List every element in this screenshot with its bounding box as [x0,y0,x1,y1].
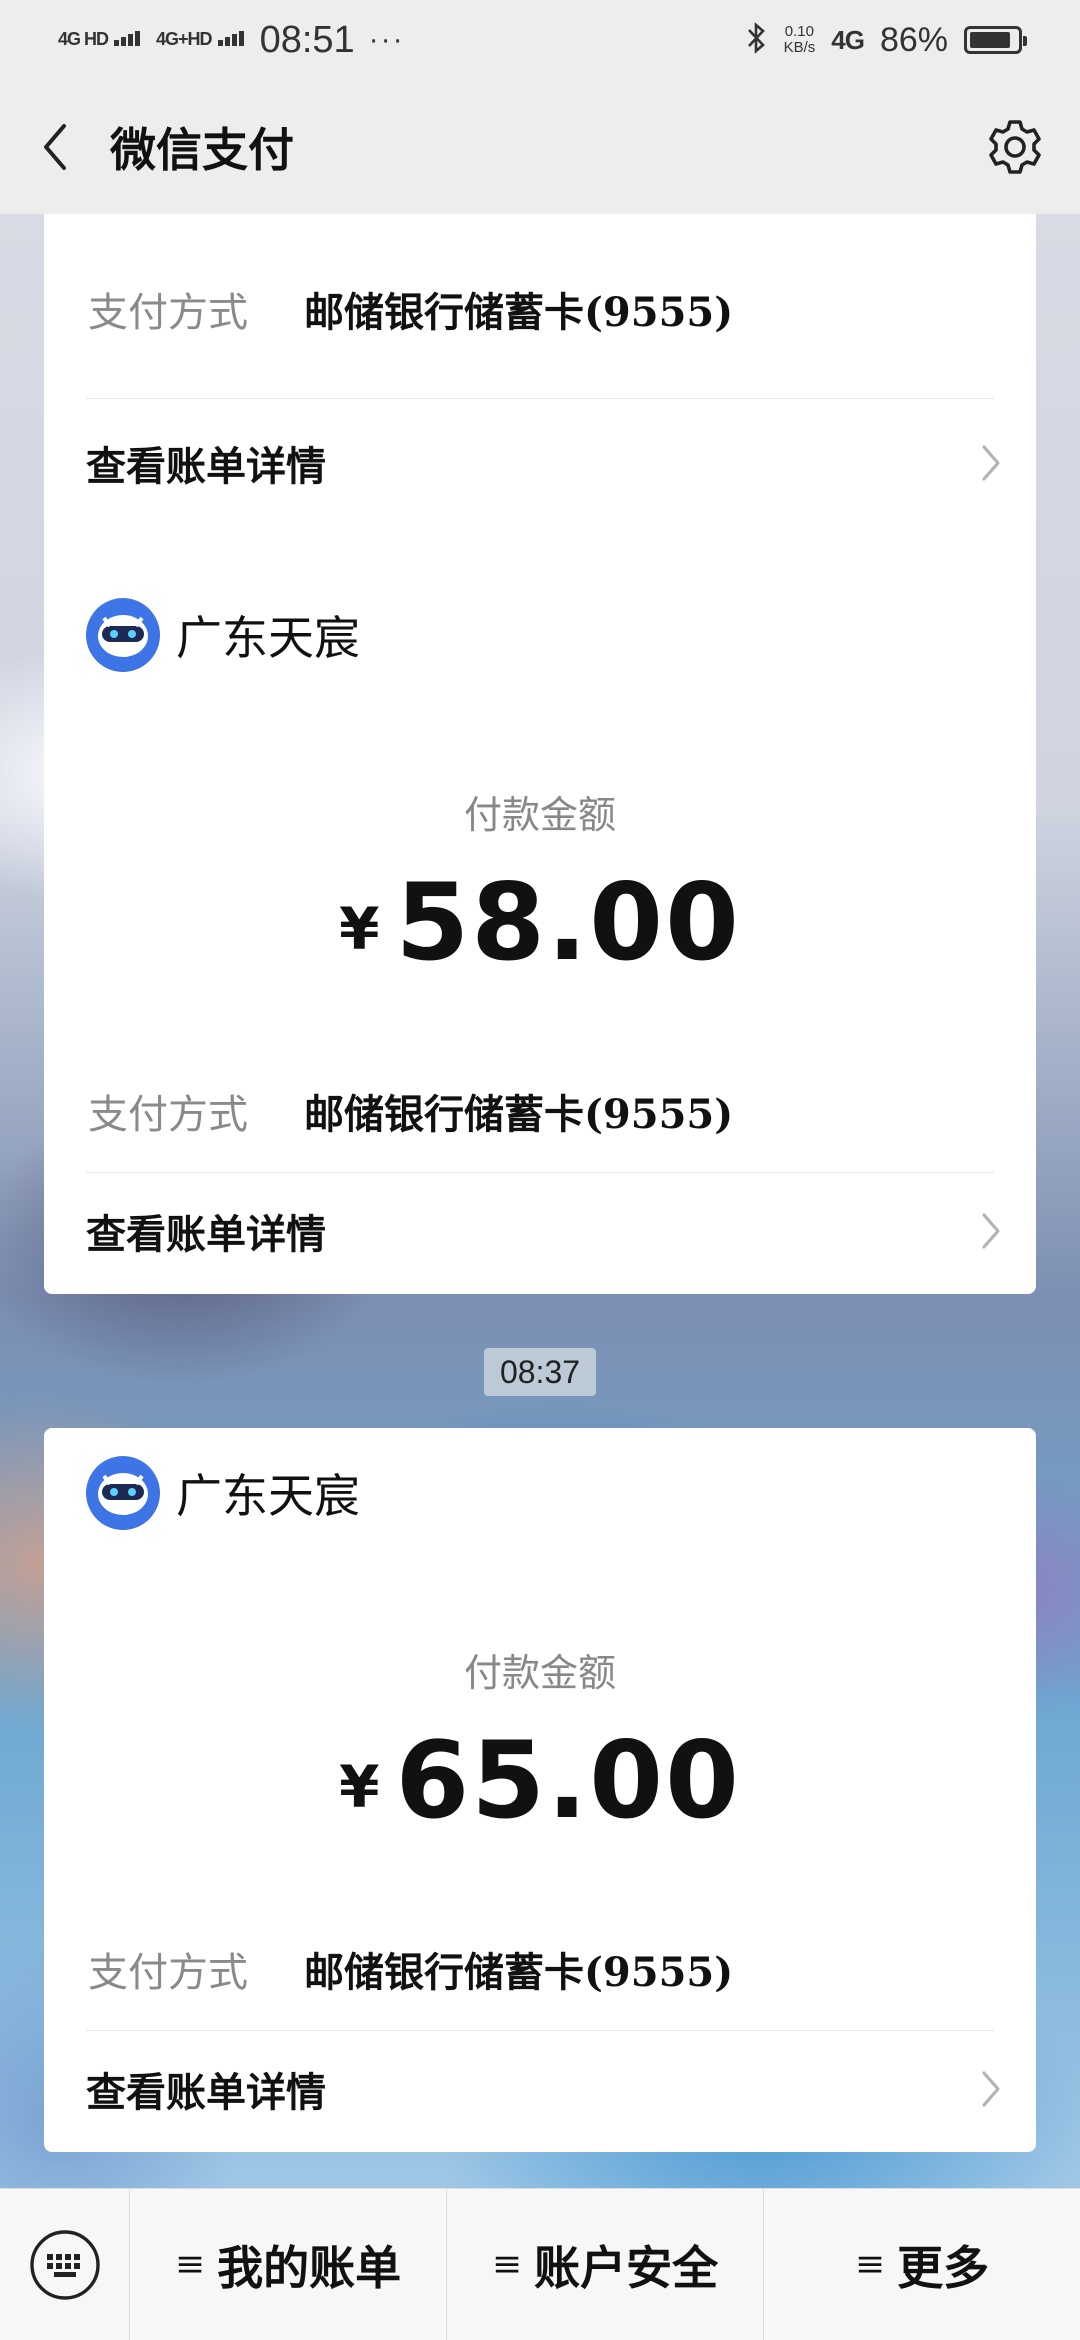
clock: 08:51 [259,18,355,61]
bottom-menu-bar: ≡ 我的账单 ≡ 账户安全 ≡ 更多 [0,2188,1080,2340]
nav-bar: 微信支付 [0,80,1080,214]
time-separator: 08:37 [484,1348,596,1396]
gear-icon [989,120,1041,174]
merchant-row: 广东天宸 [86,1456,360,1530]
chevron-right-icon [976,443,1006,483]
net-speed-value: 0.10 [784,23,814,40]
robot-avatar-icon [87,599,159,671]
bluetooth-icon [746,21,768,60]
menu-account-security[interactable]: ≡ 账户安全 [447,2189,764,2340]
view-bill-detail-link[interactable]: 查看账单详情 [86,434,1006,492]
signal-2-icon: 4G+HD [156,29,246,51]
pay-method-row: 支付方式 邮储银行储蓄卡(9555) [88,280,733,338]
robot-avatar-icon [87,1457,159,1529]
settings-button[interactable] [980,112,1050,182]
payment-amount: ¥58.00 [44,870,1036,976]
back-button[interactable] [30,117,80,177]
chevron-right-icon [976,1211,1006,1251]
amount-value: 58.00 [395,861,741,984]
divider [86,398,994,399]
pay-method-label: 支付方式 [88,1950,248,1996]
view-bill-detail-label: 查看账单详情 [86,2069,326,2116]
merchant-row: 广东天宸 [86,598,360,672]
menu-more-label: 更多 [897,2240,990,2295]
merchant-name: 广东天宸 [176,611,360,665]
merchant-avatar [86,598,160,672]
net-type-icon: 4G [831,24,865,55]
view-bill-detail-link[interactable]: 查看账单详情 [86,2060,1006,2118]
amount-value: 65.00 [395,1719,741,1842]
view-bill-detail-label: 查看账单详情 [86,1211,326,1258]
message-list[interactable]: 58.00 支付方式 邮储银行储蓄卡(9555) 查看账单详情 [0,214,1080,2188]
battery-percent: 86% [879,20,948,59]
pay-method-value: 邮储银行储蓄卡(9555) [304,1091,734,1138]
merchant-name: 广东天宸 [176,1469,360,1523]
signal-1-label: 4G HD [58,29,109,50]
merchant-avatar [86,1456,160,1530]
status-left: 4G HD 4G+HD 08:51 ··· [58,19,405,62]
menu-my-bills[interactable]: ≡ 我的账单 [130,2189,447,2340]
pay-method-label: 支付方式 [88,1092,248,1138]
menu-icon: ≡ [491,2244,523,2285]
keyboard-toggle-button[interactable] [0,2188,130,2340]
chevron-right-icon [976,2069,1006,2109]
status-right: 0.10 KB/s 4G 86% [746,20,1027,60]
view-bill-detail-link[interactable]: 查看账单详情 [86,1202,1006,1260]
pay-method-value: 邮储银行储蓄卡(9555) [304,289,734,336]
chevron-left-icon [44,124,66,170]
menu-icon: ≡ [854,2244,886,2285]
divider [86,2030,994,2031]
amount-label: 付款金额 [463,793,616,837]
currency-symbol: ¥ [339,1753,382,1821]
divider [86,1172,994,1173]
view-bill-detail-label: 查看账单详情 [86,443,326,490]
battery-icon [964,26,1027,54]
menu-more[interactable]: ≡ 更多 [764,2189,1080,2340]
net-speed: 0.10 KB/s [784,24,816,56]
battery-fill [970,32,1010,48]
menu-account-security-label: 账户安全 [534,2240,719,2295]
amount-clipped: 58.00 [44,214,1036,262]
menu-my-bills-label: 我的账单 [217,2240,402,2295]
status-bar: 4G HD 4G+HD 08:51 ··· 0.10 KB/s 4G 86% [0,0,1080,80]
pay-method-value: 邮储银行储蓄卡(9555) [304,1949,734,1996]
signal-2-label: 4G+HD [156,29,213,50]
net-speed-unit: KB/s [783,39,816,56]
keyboard-icon [29,2229,100,2300]
payment-amount: ¥65.00 [44,1728,1036,1834]
page-title: 微信支付 [110,123,294,177]
amount-label: 付款金额 [463,1651,616,1695]
menu-icon: ≡ [174,2244,206,2285]
currency-symbol: ¥ [339,895,382,963]
signal-1-icon: 4G HD [58,29,142,51]
payment-card[interactable]: 广东天宸 付款金额 ¥58.00 支付方式 邮储银行储蓄卡(9555) 查看账单… [44,570,1036,1294]
notification-dots: ··· [368,23,405,56]
pay-method-row: 支付方式 邮储银行储蓄卡(9555) [88,1940,733,1998]
pay-method-label: 支付方式 [88,290,248,336]
payment-card[interactable]: 广东天宸 付款金额 ¥65.00 支付方式 邮储银行储蓄卡(9555) 查看账单… [44,1428,1036,2152]
pay-method-row: 支付方式 邮储银行储蓄卡(9555) [88,1082,733,1140]
